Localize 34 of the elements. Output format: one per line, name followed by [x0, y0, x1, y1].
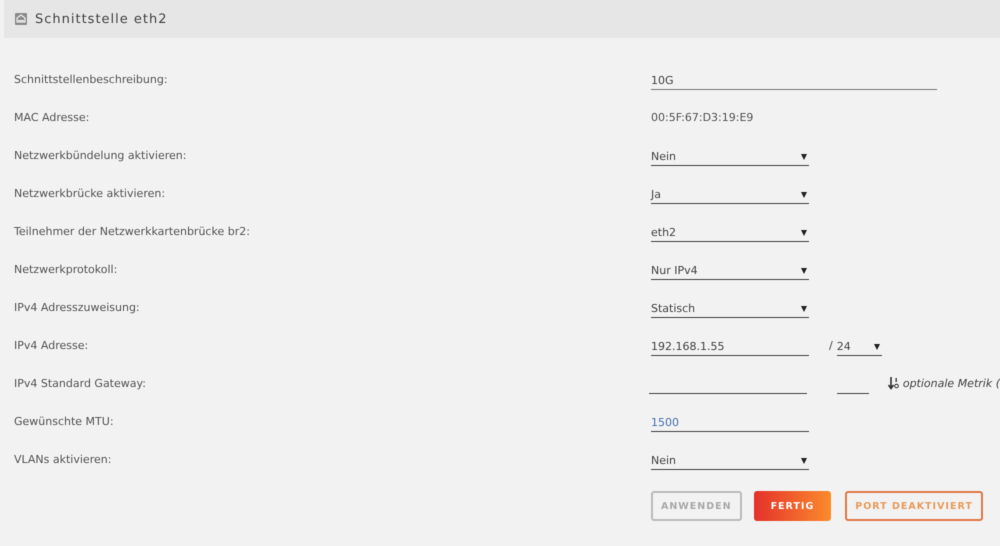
field-label: Schnittstellenbeschreibung:: [14, 72, 169, 86]
caret-icon: [801, 192, 807, 198]
dropdown[interactable]: Statisch: [651, 296, 809, 318]
field-label: Netzwerkbrücke aktivieren:: [14, 186, 166, 200]
network-port-icon: [15, 13, 27, 25]
field-label: IPv4 Adresszuweisung:: [14, 300, 141, 314]
caret-icon: [801, 154, 807, 160]
dropdown[interactable]: eth2: [651, 220, 809, 242]
caret-icon: [874, 344, 880, 350]
field-label: VLANs aktivieren:: [14, 452, 112, 466]
caret-icon: [801, 458, 807, 464]
field-label: Netzwerkbündelung aktivieren:: [14, 148, 188, 162]
slash-separator: /: [829, 338, 833, 352]
field-label: Netzwerkprotokoll:: [14, 262, 118, 276]
metric-hint: optionale Metrik (: [902, 376, 1000, 390]
field-label: MAC Adresse:: [14, 110, 90, 124]
field-label: IPv4 Standard Gateway:: [14, 376, 147, 390]
panel-title: Schnittstelle eth2: [35, 12, 168, 26]
caret-icon: [801, 268, 807, 274]
caret-icon: [801, 230, 807, 236]
prefix-dropdown[interactable]: 24: [836, 334, 882, 356]
mac-address: 00:5F:67:D3:19:E9: [651, 110, 754, 124]
dropdown[interactable]: Nein: [651, 448, 809, 470]
field-label: IPv4 Adresse:: [14, 338, 90, 352]
sort-icon: [888, 376, 900, 390]
text-field[interactable]: 10G: [651, 68, 937, 90]
caret-icon: [801, 306, 807, 312]
ip-address-field[interactable]: 192.168.1.55: [651, 334, 809, 356]
field-label: Gewünschte MTU:: [14, 414, 115, 428]
dropdown[interactable]: Ja: [651, 182, 809, 204]
dropdown[interactable]: Nein: [651, 144, 809, 166]
field-label: Teilnehmer der Netzwerkkartenbrücke br2:: [14, 224, 251, 238]
text-field[interactable]: 1500: [651, 410, 809, 432]
dropdown[interactable]: Nur IPv4: [651, 258, 809, 280]
